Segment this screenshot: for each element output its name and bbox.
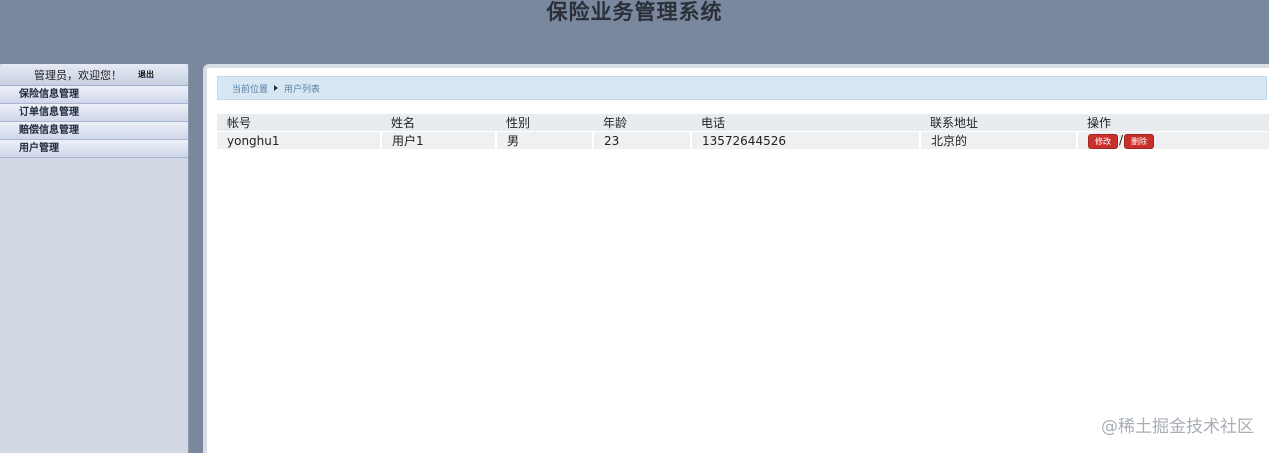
col-age: 年龄 xyxy=(593,114,691,132)
col-actions: 操作 xyxy=(1077,114,1269,132)
cell-age: 23 xyxy=(593,131,692,149)
cell-gender: 男 xyxy=(496,131,594,149)
cell-actions: 修改 / 删除 xyxy=(1077,131,1269,149)
welcome-text: 管理员，欢迎您！ xyxy=(34,68,122,82)
sidebar-item-claims[interactable]: 赔偿信息管理 xyxy=(0,122,188,140)
edit-button[interactable]: 修改 xyxy=(1088,133,1118,149)
table-row: yonghu1 用户1 男 23 13572644526 北京的 修改 / 删除 xyxy=(217,131,1269,149)
col-gender: 性别 xyxy=(496,114,593,132)
user-table: 帐号 姓名 性别 年龄 电话 联系地址 操作 yonghu1 用户1 男 23 … xyxy=(217,114,1269,149)
logout-link[interactable]: 退出 xyxy=(138,69,154,80)
col-name: 姓名 xyxy=(381,114,496,132)
breadcrumb-arrow-icon xyxy=(274,85,279,91)
col-address: 联系地址 xyxy=(920,114,1077,132)
app-title: 保险业务管理系统 xyxy=(546,0,723,24)
breadcrumb: 当前位置 用户列表 xyxy=(217,76,1267,100)
delete-button[interactable]: 删除 xyxy=(1124,133,1155,149)
sidebar-header: 管理员，欢迎您！ 退出 xyxy=(0,64,188,86)
header: 保险业务管理系统 xyxy=(0,0,1269,64)
cell-address: 北京的 xyxy=(920,131,1078,149)
col-phone: 电话 xyxy=(691,114,920,132)
sidebar-item-users[interactable]: 用户管理 xyxy=(0,140,188,158)
cell-name: 用户1 xyxy=(381,131,497,149)
sidebar-item-orders[interactable]: 订单信息管理 xyxy=(0,104,188,122)
main-content: 当前位置 用户列表 帐号 姓名 性别 年龄 电话 联系地址 操作 yonghu1… xyxy=(203,64,1269,453)
cell-phone: 13572644526 xyxy=(691,131,921,149)
sidebar-item-insurance[interactable]: 保险信息管理 xyxy=(0,86,188,104)
cell-account: yonghu1 xyxy=(217,131,382,149)
breadcrumb-page: 用户列表 xyxy=(284,84,321,95)
table-header-row: 帐号 姓名 性别 年龄 电话 联系地址 操作 xyxy=(217,114,1269,132)
sidebar: 管理员，欢迎您！ 退出 保险信息管理 订单信息管理 赔偿信息管理 用户管理 xyxy=(0,64,189,453)
col-account: 帐号 xyxy=(217,114,381,132)
action-separator: / xyxy=(1119,132,1124,147)
watermark: @稀土掘金技术社区 xyxy=(1101,417,1254,437)
breadcrumb-current-label[interactable]: 当前位置 xyxy=(232,82,268,95)
